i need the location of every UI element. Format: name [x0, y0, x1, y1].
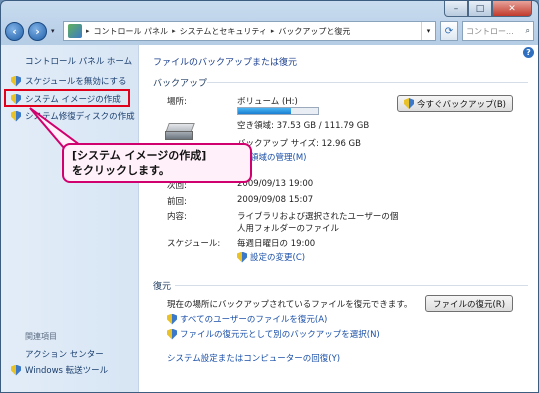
last-backup-value: 2009/09/08 15:07 [237, 195, 314, 205]
search-icon: ⌕ [525, 26, 530, 35]
sidebar: コントロール パネル ホーム スケジュールを無効にする システム イメージの作成… [1, 45, 139, 392]
sidebar-item-action-center[interactable]: アクション センター [25, 348, 104, 360]
sidebar-item-label: システム修復ディスクの作成 [25, 112, 135, 122]
help-icon[interactable]: ? [523, 47, 534, 58]
backup-size-text: バックアップ サイズ: 12.96 GB [237, 139, 361, 149]
maximize-button[interactable]: □ [468, 1, 492, 17]
shield-icon [404, 98, 414, 109]
select-other-backup-label: ファイルの復元元として別のバックアップを選択(N) [180, 330, 380, 340]
refresh-button[interactable]: ⟳ [440, 21, 458, 41]
breadcrumb-control-panel[interactable]: コントロール パネル [94, 26, 169, 37]
page-title: ファイルのバックアップまたは復元 [153, 58, 298, 68]
sidebar-home-link[interactable]: コントロール パネル ホーム [25, 55, 132, 67]
highlight-box [4, 89, 130, 107]
restore-all-users-label: すべてのユーザーのファイルを復元(A) [180, 315, 328, 325]
restore-files-button[interactable]: ファイルの復元(R) [425, 295, 513, 312]
breadcrumb-backup-restore[interactable]: バックアップと復元 [278, 26, 350, 37]
manage-space-label: 領域の管理(M) [250, 153, 307, 163]
shield-icon [167, 329, 177, 340]
back-button[interactable]: ‹ [5, 21, 24, 41]
chevron-right-icon[interactable]: ▸ [86, 27, 90, 35]
backup-now-label: 今すぐバックアップ(B) [417, 99, 506, 110]
shield-icon [11, 365, 21, 376]
section-divider [175, 285, 528, 286]
last-backup-label: 前回: [167, 197, 187, 207]
shield-icon [11, 76, 21, 87]
control-panel-icon [68, 24, 82, 38]
change-settings-link[interactable]: 設定の変更(C) [237, 251, 305, 263]
sidebar-item-label: スケジュールを無効にする [25, 77, 127, 87]
forward-button[interactable]: › [28, 21, 47, 41]
address-bar[interactable]: ▸ コントロール パネル ▸ システムとセキュリティ ▸ バックアップと復元 ▾ [63, 21, 436, 41]
sidebar-item-windows-transfer[interactable]: Windows 転送ツール [11, 364, 108, 376]
search-input[interactable]: コントロー... ⌕ [462, 21, 534, 41]
minimize-button[interactable]: – [444, 1, 468, 17]
address-dropdown-icon[interactable]: ▾ [421, 22, 435, 40]
restore-all-users-link[interactable]: すべてのユーザーのファイルを復元(A) [167, 313, 327, 325]
schedule-value: 毎週日曜日の 19:00 [237, 239, 316, 249]
contents-value-line1: ライブラリおよび選択されたユーザーの個 [237, 212, 399, 222]
schedule-label: スケジュール: [167, 239, 221, 249]
section-divider [207, 82, 528, 83]
free-space-text: 空き領域: 37.53 GB / 111.79 GB [237, 121, 370, 131]
shield-icon [11, 111, 21, 122]
location-label: 場所: [167, 97, 187, 107]
select-other-backup-link[interactable]: ファイルの復元元として別のバックアップを選択(N) [167, 328, 380, 340]
recent-pages-dropdown[interactable]: ▾ [51, 27, 59, 35]
location-value: ボリューム (H:) [237, 97, 298, 107]
callout-line1: [システム イメージの作成] [72, 149, 207, 162]
restore-description: 現在の場所にバックアップされているファイルを復元できます。 [167, 300, 413, 310]
chevron-right-icon[interactable]: ▸ [172, 27, 176, 35]
disk-usage-fill [238, 108, 291, 114]
content-area: コントロール パネル ホーム スケジュールを無効にする システム イメージの作成… [1, 45, 538, 392]
shield-icon [167, 314, 177, 325]
navigation-bar: ‹ › ▾ ▸ コントロール パネル ▸ システムとセキュリティ ▸ バックアッ… [5, 19, 534, 43]
sidebar-item-disable-schedule[interactable]: スケジュールを無効にする [11, 75, 127, 87]
change-settings-label: 設定の変更(C) [250, 253, 306, 263]
backup-section-heading: バックアップ [153, 79, 208, 89]
recover-system-link[interactable]: システム設定またはコンピューターの回復(Y) [167, 352, 340, 364]
breadcrumb-system-security[interactable]: システムとセキュリティ [180, 26, 267, 37]
contents-label: 内容: [167, 212, 187, 222]
disk-usage-bar [237, 107, 319, 115]
main-panel: ? ファイルのバックアップまたは復元 バックアップ 場所: ボリューム (H:)… [139, 45, 538, 392]
sidebar-item-create-repair-disc[interactable]: システム修復ディスクの作成 [11, 110, 135, 122]
backup-restore-window: – □ ✕ ‹ › ▾ ▸ コントロール パネル ▸ システムとセキュリティ ▸… [0, 0, 539, 393]
backup-now-button[interactable]: 今すぐバックアップ(B) [397, 95, 513, 112]
chevron-right-icon[interactable]: ▸ [271, 27, 275, 35]
shield-icon [237, 252, 247, 263]
restore-section-heading: 復元 [153, 282, 172, 292]
instruction-callout: [システム イメージの作成] をクリックします。 [62, 143, 252, 183]
drive-icon [165, 123, 195, 141]
contents-value-line2: 人用フォルダーのファイル [237, 224, 340, 234]
search-placeholder: コントロー... [466, 26, 514, 36]
caption-buttons: – □ ✕ [444, 1, 532, 17]
close-button[interactable]: ✕ [492, 1, 532, 17]
callout-line2: をクリックします。 [72, 163, 170, 177]
sidebar-item-label: Windows 転送ツール [25, 366, 109, 376]
related-heading: 関連項目 [25, 332, 57, 341]
